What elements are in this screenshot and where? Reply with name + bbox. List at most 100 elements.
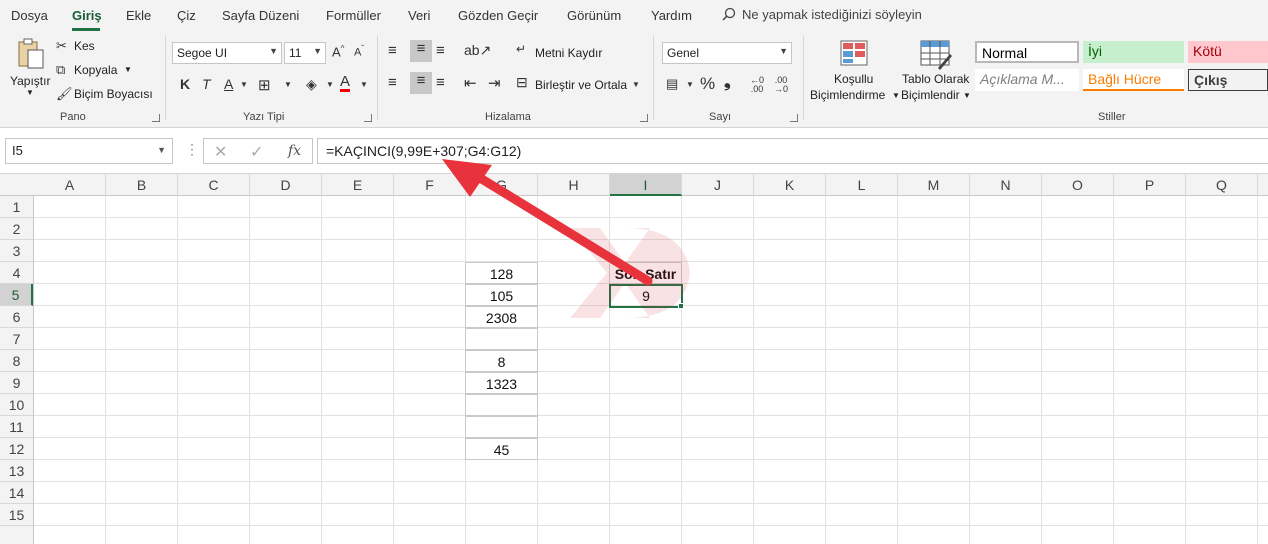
- menu-sayfa-duzeni[interactable]: Sayfa Düzeni: [222, 8, 299, 23]
- wrap-text-button[interactable]: Metni Kaydır: [535, 46, 602, 60]
- style-linked-cell[interactable]: Bağlı Hücre: [1083, 69, 1184, 91]
- borders-icon[interactable]: ⊞: [258, 76, 271, 94]
- style-good[interactable]: İyi: [1083, 41, 1184, 63]
- row-header-2[interactable]: 2: [0, 218, 33, 240]
- paste-button[interactable]: Yapıştır ▼: [8, 36, 52, 104]
- more-options-icon[interactable]: ⋮: [185, 142, 199, 156]
- column-header-k[interactable]: K: [754, 174, 826, 196]
- column-header-d[interactable]: D: [250, 174, 322, 196]
- style-bad[interactable]: Kötü: [1188, 41, 1268, 63]
- row-header-11[interactable]: 11: [0, 416, 33, 438]
- cell-G6[interactable]: 2308: [465, 306, 538, 328]
- row-header-13[interactable]: 13: [0, 460, 33, 482]
- menu-giris[interactable]: Giriş: [72, 8, 102, 23]
- menu-ekle[interactable]: Ekle: [126, 8, 151, 23]
- menu-ciz[interactable]: Çiz: [177, 8, 196, 23]
- column-header-p[interactable]: P: [1114, 174, 1186, 196]
- chevron-down-icon[interactable]: ▼: [240, 80, 248, 89]
- percent-button[interactable]: %: [700, 74, 715, 94]
- row-header-15[interactable]: 15: [0, 504, 33, 526]
- bold-button[interactable]: K: [180, 76, 190, 92]
- column-header-n[interactable]: N: [970, 174, 1042, 196]
- chevron-down-icon[interactable]: ▼: [360, 80, 368, 89]
- chevron-down-icon[interactable]: ▼: [326, 80, 334, 89]
- cell-G7[interactable]: [465, 328, 538, 350]
- cell-G12[interactable]: 45: [465, 438, 538, 460]
- row-header-8[interactable]: 8: [0, 350, 33, 372]
- decrease-decimal-icon[interactable]: .00 →0: [774, 76, 788, 94]
- cell-G10[interactable]: [465, 394, 538, 416]
- row-header-5[interactable]: 5: [0, 284, 33, 306]
- font-color-icon[interactable]: A: [340, 74, 351, 92]
- row-header-3[interactable]: 3: [0, 240, 33, 262]
- column-header-b[interactable]: B: [106, 174, 178, 196]
- alignment-launcher-icon[interactable]: [640, 114, 648, 122]
- row-header-14[interactable]: 14: [0, 482, 33, 504]
- cut-button[interactable]: ✂ Kes: [56, 38, 106, 56]
- menu-formuller[interactable]: Formüller: [326, 8, 381, 23]
- row-header-6[interactable]: 6: [0, 306, 33, 328]
- font-launcher-icon[interactable]: [364, 114, 372, 122]
- italic-button[interactable]: T: [202, 76, 211, 92]
- cell-G8[interactable]: 8: [465, 350, 538, 372]
- column-header-e[interactable]: E: [322, 174, 394, 196]
- column-header-q[interactable]: Q: [1186, 174, 1258, 196]
- number-launcher-icon[interactable]: [790, 114, 798, 122]
- style-normal[interactable]: Normal: [975, 41, 1079, 63]
- menu-gorunum[interactable]: Görünüm: [567, 8, 621, 23]
- column-header-l[interactable]: L: [826, 174, 898, 196]
- column-header-a[interactable]: A: [34, 174, 106, 196]
- column-header-j[interactable]: J: [682, 174, 754, 196]
- cell-G9[interactable]: 1323: [465, 372, 538, 394]
- cell-G11[interactable]: [465, 416, 538, 438]
- decrease-font-icon[interactable]: Aˇ: [354, 44, 364, 59]
- decrease-indent-icon[interactable]: ⇤: [464, 74, 477, 92]
- column-header-m[interactable]: M: [898, 174, 970, 196]
- column-header-o[interactable]: O: [1042, 174, 1114, 196]
- menu-dosya[interactable]: Dosya: [11, 8, 48, 23]
- align-center-icon[interactable]: ≡: [410, 72, 432, 94]
- name-box[interactable]: I5 ▼: [5, 138, 173, 164]
- row-header-7[interactable]: 7: [0, 328, 33, 350]
- orientation-icon[interactable]: ab↗: [464, 42, 491, 59]
- menu-veri[interactable]: Veri: [408, 8, 430, 23]
- align-right-icon[interactable]: ≡: [436, 74, 445, 91]
- chevron-down-icon[interactable]: ▼: [632, 80, 640, 89]
- row-header-12[interactable]: 12: [0, 438, 33, 460]
- font-name-select[interactable]: Segoe UI ▼: [172, 42, 282, 64]
- increase-decimal-icon[interactable]: ←0.00: [750, 76, 764, 94]
- row-header-9[interactable]: 9: [0, 372, 33, 394]
- style-explanatory[interactable]: Açıklama M...: [975, 69, 1079, 91]
- copy-button[interactable]: ⧉ Kopyala ▼: [56, 62, 136, 80]
- row-header-4[interactable]: 4: [0, 262, 33, 284]
- chevron-down-icon[interactable]: ▼: [284, 80, 292, 89]
- tell-me-search[interactable]: Ne yapmak istediğinizi söyleyin: [722, 7, 922, 22]
- insert-function-icon[interactable]: fx: [288, 143, 301, 159]
- merge-center-button[interactable]: Birleştir ve Ortala: [535, 78, 627, 92]
- menu-gozden-gecir[interactable]: Gözden Geçir: [458, 8, 538, 23]
- font-size-select[interactable]: 11 ▼: [284, 42, 326, 64]
- increase-indent-icon[interactable]: ⇥: [488, 74, 501, 92]
- column-header-c[interactable]: C: [178, 174, 250, 196]
- align-bottom-icon[interactable]: ≡: [436, 42, 445, 59]
- currency-icon[interactable]: ▤: [666, 76, 678, 92]
- format-as-table-button[interactable]: Tablo Olarak Biçimlendir ▼: [900, 38, 972, 108]
- clipboard-launcher-icon[interactable]: [152, 114, 160, 122]
- align-middle-icon[interactable]: ≡: [410, 40, 432, 62]
- chevron-down-icon[interactable]: ▼: [686, 80, 694, 89]
- increase-font-icon[interactable]: A^: [332, 44, 344, 59]
- style-output[interactable]: Çıkış: [1188, 69, 1268, 91]
- comma-button[interactable]: ❟: [724, 72, 731, 92]
- align-left-icon[interactable]: ≡: [388, 74, 397, 91]
- enter-icon[interactable]: ✓: [250, 142, 263, 162]
- row-header-1[interactable]: 1: [0, 196, 33, 218]
- number-format-select[interactable]: Genel ▼: [662, 42, 792, 64]
- align-top-icon[interactable]: ≡: [388, 42, 397, 59]
- conditional-formatting-button[interactable]: Koşullu Biçimlendirme ▼: [808, 38, 902, 108]
- format-painter-button[interactable]: 🖌 Biçim Boyacısı: [56, 86, 156, 104]
- underline-button[interactable]: A: [224, 76, 233, 92]
- row-header-10[interactable]: 10: [0, 394, 33, 416]
- fill-color-icon[interactable]: ◈: [306, 76, 317, 93]
- menu-yardim[interactable]: Yardım: [651, 8, 692, 23]
- cancel-icon[interactable]: ✕: [214, 142, 227, 162]
